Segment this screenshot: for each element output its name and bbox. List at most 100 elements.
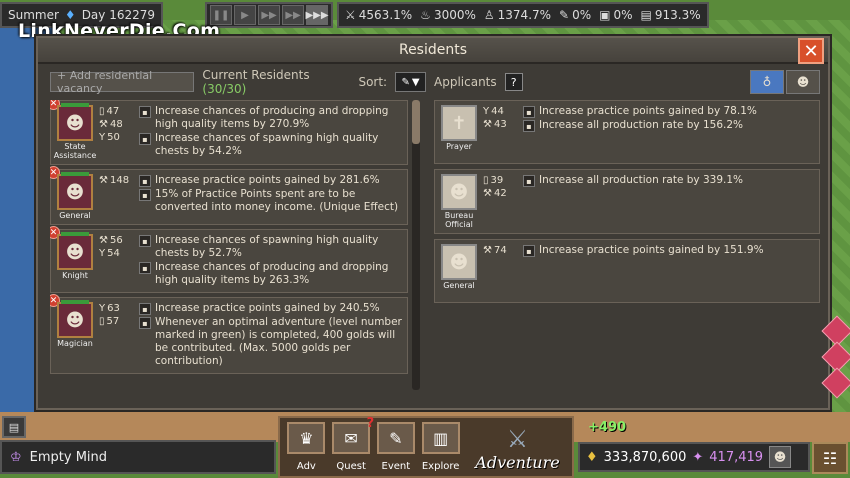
residents-dialog: Residents ✕ + Add residential vacancy Cu…: [36, 36, 830, 410]
stat-value: 39: [490, 175, 504, 186]
health-bar: [61, 103, 89, 107]
resident-card[interactable]: ✕ ☻ State Assistance ▯ 47 ⚒ 48 Y 50 ▪ Increase cha…: [50, 100, 408, 165]
character-portrait: ☻: [441, 244, 477, 280]
character-name: State Assistance: [53, 142, 97, 160]
stat-value: 56: [109, 235, 123, 246]
stat-icon: ⚒: [99, 175, 108, 186]
stat-row: ⚒ 74: [483, 244, 523, 257]
stat-row: ⚒ 48: [99, 118, 139, 131]
stat-row: ⚒ 56: [99, 234, 139, 247]
quill-icon: ✎: [559, 8, 570, 22]
stat-row: ▯ 47: [99, 105, 139, 118]
effect-text: Increase chances of spawning high qualit…: [155, 234, 379, 259]
character-stats: ⚒ 74: [479, 244, 523, 298]
fastest-forward-button[interactable]: ▶▶▶: [305, 5, 329, 25]
applicant-card[interactable]: ☻ General ⚒ 74 ▪ Increase practice points gai…: [434, 239, 820, 303]
stat-row: ▯ 57: [99, 315, 139, 328]
sort-dropdown[interactable]: ✎ ▼: [395, 72, 427, 92]
menu-button[interactable]: ☷: [812, 442, 848, 474]
mind-status[interactable]: ♔ Empty Mind: [0, 440, 276, 474]
adventure-label: Adventure: [475, 453, 560, 472]
effect-text: Increase all production rate by 156.2%: [539, 119, 744, 131]
adventure-button[interactable]: ⚔ Adventure: [469, 422, 566, 472]
help-button[interactable]: ?: [504, 73, 523, 91]
stat-value: 48: [109, 119, 123, 130]
health-bar: [61, 232, 89, 236]
character-icon: ☻: [65, 241, 85, 263]
effect-icon: ▪: [139, 175, 151, 187]
effect-text: Increase chances of producing and droppi…: [155, 105, 389, 130]
effect-row: ▪ Increase practice points gained by 240.…: [139, 302, 403, 315]
play-button[interactable]: ▶: [234, 5, 257, 25]
effect-text: 15% of Practice Points spent are to be c…: [155, 188, 399, 213]
effect-row: ▪ Increase all production rate by 156.2%: [523, 119, 815, 132]
resident-card[interactable]: ✕ ☻ Magician Y 63 ▯ 57 ▪ Increase practice point…: [50, 294, 408, 374]
fast-forward-button[interactable]: ▶▶: [258, 5, 281, 25]
close-button[interactable]: ✕: [798, 38, 824, 64]
explore-icon: ▥: [421, 422, 460, 454]
side-card-icon[interactable]: [821, 367, 850, 399]
side-notification-icons: [821, 315, 850, 399]
stat-row: Y 50: [99, 131, 139, 144]
stat-value: 47: [106, 106, 120, 117]
adv-icon: ♛: [287, 422, 326, 454]
stat-row: ⚒ 43: [483, 118, 523, 131]
residents-scrollbar[interactable]: [412, 100, 420, 390]
stat-value: 4563.1%: [358, 8, 413, 22]
stat-value: 148: [109, 175, 130, 186]
stat-value: 44: [491, 106, 504, 117]
gold-amount: 333,870,600: [603, 449, 687, 465]
stat-value: 50: [107, 132, 120, 143]
avatar[interactable]: ☻: [769, 446, 792, 468]
nav-event-button[interactable]: ✎ Event: [376, 422, 417, 472]
applicant-card[interactable]: ☻ Bureau Official ▯ 39 ⚒ 42 ▪ Increase all prod…: [434, 169, 820, 234]
character-portrait: ☻: [441, 174, 477, 210]
portrait: ☻ General: [439, 244, 479, 298]
resident-card[interactable]: ✕ ☻ General ⚒ 148 ▪ Increase practice points g…: [50, 166, 408, 225]
quill-icon: ✎: [401, 76, 410, 88]
effect-icon: ▪: [139, 133, 151, 145]
stat-row: Y 44: [483, 105, 523, 118]
money-bag-tab[interactable]: ♁: [750, 70, 784, 94]
resident-card[interactable]: ✕ ☻ Knight ⚒ 56 Y 54 ▪ Increase chances of spawn…: [50, 226, 408, 293]
nav-quest-button[interactable]: ✉? Quest: [331, 416, 374, 472]
nav-explore-button[interactable]: ▥ Explore: [420, 422, 461, 472]
gem-icon: ✦: [692, 449, 704, 465]
character-stats: ⚒ 56 Y 54: [95, 234, 139, 288]
lamp-icon: ♨: [420, 8, 431, 22]
applicants-list: ✝ Prayer Y 44 ⚒ 43 ▪ Increase practice points g…: [434, 100, 820, 308]
effect-text: Whenever an optimal adventure (level num…: [155, 316, 402, 367]
nav-glyph: ▥: [433, 428, 449, 448]
character-portrait: ☻: [57, 232, 93, 270]
effects-list: ▪ Increase practice points gained by 78.1…: [523, 105, 815, 159]
scroll-thumb[interactable]: [412, 100, 420, 144]
quest-icon: ✉?: [332, 416, 374, 454]
bottom-bar: ▤ ♔ Empty Mind ♛ Adv ✉? Quest ✎ Event ▥ Explore…: [0, 416, 850, 478]
character-icon: ✝: [451, 112, 467, 134]
sort-label: Sort:: [358, 75, 388, 89]
nav-adv-button[interactable]: ♛ Adv: [286, 422, 327, 472]
stat-value: 0%: [572, 8, 592, 22]
nav-label: Event: [381, 461, 411, 472]
add-vacancy-button[interactable]: + Add residential vacancy: [50, 69, 195, 95]
notes-button[interactable]: ▤: [2, 416, 26, 438]
gem-amount: 417,419: [709, 449, 764, 465]
character-icon: ☻: [449, 251, 469, 273]
applicant-card[interactable]: ✝ Prayer Y 44 ⚒ 43 ▪ Increase practice points g…: [434, 100, 820, 164]
faster-forward-button[interactable]: ▶▶: [282, 5, 305, 25]
character-icon: ☻: [65, 309, 85, 331]
character-portrait: ✝: [441, 105, 477, 141]
effect-row: ▪ Increase chances of spawning high quali…: [139, 234, 403, 260]
portrait: ☻ General: [55, 172, 95, 220]
resident-tab[interactable]: ☻: [786, 70, 820, 94]
effect-icon: ▪: [139, 189, 151, 201]
stat-icon: ⚒: [99, 119, 108, 130]
character-icon: ☻: [65, 181, 85, 203]
stat-icon: ▯: [483, 175, 489, 186]
nav-glyph: ♛: [299, 428, 314, 448]
effects-list: ▪ Increase chances of producing and dropp…: [139, 105, 403, 160]
effect-icon: ▪: [523, 106, 535, 118]
effect-row: ▪ Increase all production rate by 339.1%: [523, 174, 815, 187]
residents-list: ✕ ☻ State Assistance ▯ 47 ⚒ 48 Y 50 ▪ Increase cha…: [50, 100, 408, 394]
effect-text: Increase practice points gained by 281.6…: [155, 174, 380, 186]
